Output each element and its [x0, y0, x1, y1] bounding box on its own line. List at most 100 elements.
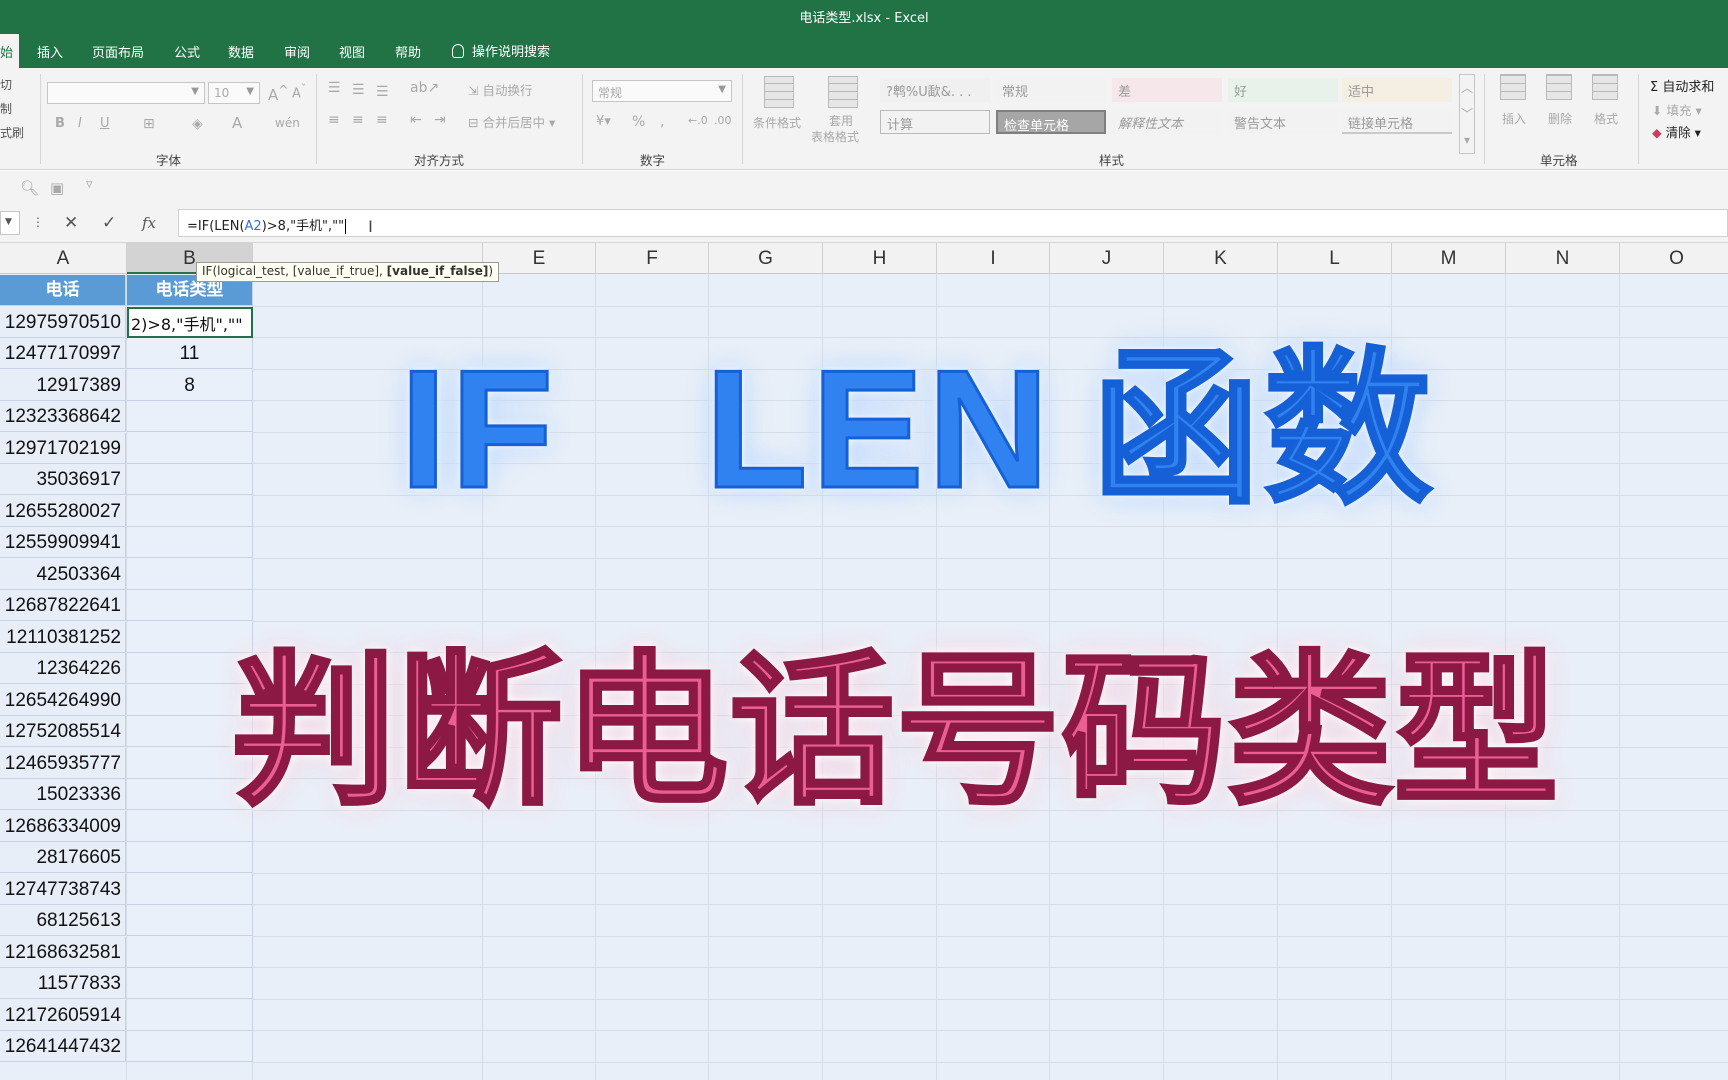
cell-style-item[interactable]: 检查单元格 [996, 110, 1106, 134]
fill-button[interactable]: ⬇ 填充 ▾ [1652, 100, 1702, 119]
table-cell[interactable]: 12971702199 [0, 432, 126, 464]
table-cell[interactable]: 12172605914 [0, 999, 126, 1031]
table-cell[interactable]: 12917389 [0, 369, 126, 401]
column-header[interactable]: N [1506, 243, 1620, 274]
table-cell[interactable]: 12110381252 [0, 621, 126, 653]
table-cell[interactable]: 12364226 [0, 653, 126, 684]
table-cell[interactable] [127, 905, 253, 936]
percent-icon[interactable]: % [632, 114, 645, 130]
align-middle-icon[interactable]: ☰ [352, 82, 365, 98]
cut-button[interactable]: 切 [0, 76, 12, 93]
column-header[interactable]: O [1620, 243, 1728, 274]
table-cell[interactable] [127, 936, 253, 968]
tab-review[interactable]: 审阅 [284, 42, 310, 61]
clear-button[interactable]: ◆ 清除 ▾ [1652, 122, 1701, 141]
table-cell[interactable]: 11577833 [0, 968, 126, 999]
cell-style-item[interactable]: 警告文本 [1228, 110, 1338, 134]
orientation-icon[interactable]: ab↗ [410, 80, 439, 96]
column-header[interactable]: A [0, 243, 127, 274]
column-header[interactable]: M [1392, 243, 1506, 274]
print-preview-icon[interactable]: 🔍︎ [20, 179, 39, 197]
cell-style-item[interactable]: ?鹎%U歃&. . . [880, 78, 990, 102]
font-color-icon[interactable]: A [232, 114, 242, 132]
table-cell[interactable]: 12655280027 [0, 495, 126, 527]
table-cell[interactable] [127, 464, 253, 495]
increase-decimal-icon[interactable]: ←.0 [688, 114, 708, 127]
table-cell[interactable]: 35036917 [0, 464, 126, 495]
cell-style-item[interactable]: 差 [1112, 78, 1222, 102]
table-cell[interactable] [127, 999, 253, 1031]
table-cell[interactable]: 12752085514 [0, 716, 126, 747]
column-header[interactable]: F [596, 243, 709, 274]
grow-font-icon[interactable]: A^ [268, 82, 289, 104]
align-center-icon[interactable]: ≡ [352, 112, 364, 128]
tab-home[interactable]: 始 [0, 34, 20, 68]
gallery-scroll[interactable]: ︿ ﹀ ▾ [1459, 74, 1475, 154]
align-right-icon[interactable]: ≡ [376, 112, 388, 128]
table-cell[interactable]: 11 [127, 338, 253, 369]
table-cell[interactable] [127, 968, 253, 999]
italic-icon[interactable]: I [78, 116, 82, 131]
table-cell[interactable]: 12477170997 [0, 338, 126, 369]
tab-page-layout[interactable]: 页面布局 [92, 42, 144, 61]
fill-color-icon[interactable]: ◈ [192, 116, 203, 132]
table-cell[interactable]: 12323368642 [0, 401, 126, 432]
column-header[interactable]: L [1278, 243, 1392, 274]
table-cell[interactable] [127, 873, 253, 905]
cell-style-item[interactable]: 好 [1228, 78, 1338, 102]
table-format-button[interactable]: 表格格式 [811, 128, 859, 145]
decrease-decimal-icon[interactable]: .00 [714, 114, 732, 127]
column-header[interactable]: E [483, 243, 596, 274]
phonetic-icon[interactable]: wén [275, 116, 300, 130]
autosum-button[interactable]: Σ 自动求和 [1650, 76, 1714, 95]
column-header[interactable]: G [709, 243, 823, 274]
font-size-combo[interactable]: 10 ▼ [208, 82, 260, 104]
confirm-icon[interactable]: ✓ [102, 213, 116, 233]
column-header[interactable]: K [1164, 243, 1278, 274]
cell-style-item[interactable]: 计算 [880, 110, 990, 134]
table-cell[interactable]: 8 [127, 369, 253, 401]
table-cell[interactable]: 12654264990 [0, 684, 126, 716]
tab-view[interactable]: 视图 [339, 42, 365, 61]
tab-data[interactable]: 数据 [228, 42, 254, 61]
active-cell[interactable]: 2)>8,"手机","" [127, 306, 253, 338]
copy-button[interactable]: 制 [0, 100, 12, 117]
name-box[interactable]: ▼ [0, 211, 20, 235]
insert-function-icon[interactable]: fx [142, 214, 156, 232]
table-cell[interactable] [127, 527, 253, 558]
table-cell[interactable]: 12747738743 [0, 873, 126, 905]
underline-icon[interactable]: U [100, 116, 110, 131]
cell-style-item[interactable]: 适中 [1342, 78, 1452, 102]
increase-indent-icon[interactable]: ⇥ [434, 112, 446, 128]
cell-style-item[interactable]: 解释性文本 [1112, 110, 1222, 134]
align-bottom-icon[interactable]: ☰ [376, 84, 389, 100]
cell-style-item[interactable]: 链接单元格 [1342, 110, 1452, 134]
table-cell[interactable] [127, 495, 253, 527]
cancel-icon[interactable]: ✕ [64, 213, 78, 233]
table-cell[interactable]: 12641447432 [0, 1031, 126, 1062]
decrease-indent-icon[interactable]: ⇤ [410, 112, 422, 128]
align-left-icon[interactable]: ≡ [328, 112, 340, 128]
table-cell[interactable]: 12686334009 [0, 810, 126, 842]
table-cell[interactable]: 12559909941 [0, 527, 126, 558]
table-cell[interactable] [127, 432, 253, 464]
table-cell[interactable]: 12168632581 [0, 936, 126, 968]
tab-insert[interactable]: 插入 [37, 42, 63, 61]
table-cell[interactable]: 12465935777 [0, 747, 126, 779]
tab-formulas[interactable]: 公式 [174, 42, 200, 61]
insert-cells-button[interactable]: 插入 [1502, 110, 1526, 127]
merge-center-button[interactable]: ⊟ 合并后居中 ▾ [468, 112, 555, 131]
cell-style-item[interactable]: 常规 [996, 78, 1106, 102]
table-cell[interactable] [127, 1031, 253, 1062]
format-cells-button[interactable]: 格式 [1594, 110, 1618, 127]
table-cell[interactable]: 12687822641 [0, 590, 126, 621]
align-top-icon[interactable]: ☰ [328, 80, 341, 96]
tell-me-search[interactable]: 操作说明搜索 [452, 41, 550, 60]
delete-cells-button[interactable]: 删除 [1548, 110, 1572, 127]
table-cell[interactable]: 68125613 [0, 905, 126, 936]
borders-icon[interactable]: ⊞ [143, 116, 155, 132]
table-cell[interactable]: 15023336 [0, 779, 126, 810]
column-header[interactable]: I [937, 243, 1050, 274]
page-setup-icon[interactable]: ▣ [50, 179, 64, 197]
table-cell[interactable] [127, 558, 253, 590]
